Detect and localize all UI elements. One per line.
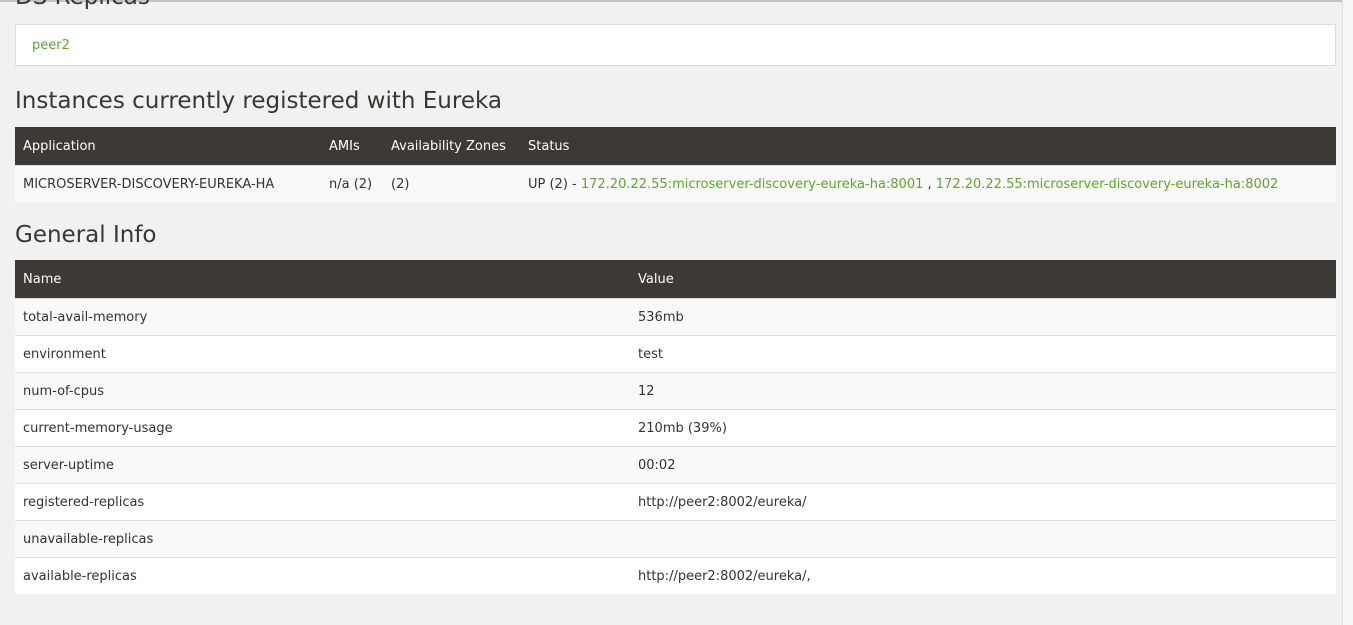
info-name: available-replicas	[15, 557, 630, 594]
status-text: UP (2) -	[528, 176, 581, 192]
general-info-table: Name Value total-avail-memory 536mb envir…	[15, 260, 1336, 594]
col-zones: Availability Zones	[383, 127, 520, 166]
table-row: server-uptime 00:02	[15, 446, 1336, 484]
table-row: MICROSERVER-DISCOVERY-EUREKA-HA n/a (2) …	[15, 165, 1336, 202]
application-cell: MICROSERVER-DISCOVERY-EUREKA-HA	[15, 165, 321, 202]
instances-title: Instances currently registered with Eure…	[15, 88, 502, 114]
instance-link[interactable]: 172.20.22.55:microserver-discovery-eurek…	[581, 177, 924, 192]
zones-cell: (2)	[383, 165, 520, 202]
info-name: unavailable-replicas	[15, 520, 630, 558]
info-name: registered-replicas	[15, 483, 630, 521]
table-row: num-of-cpus 12	[15, 372, 1336, 410]
col-name: Name	[15, 260, 630, 299]
info-name: server-uptime	[15, 446, 630, 484]
info-value: 536mb	[630, 298, 1336, 336]
table-header-row: Application AMIs Availability Zones Stat…	[15, 127, 1336, 166]
main-content: DS Replicas peer2 Instances currently re…	[15, 0, 1336, 594]
amis-cell: n/a (2)	[321, 165, 383, 202]
col-value: Value	[630, 260, 1336, 299]
general-info-title: General Info	[15, 222, 157, 248]
replicas-list: peer2	[15, 24, 1336, 66]
table-row: total-avail-memory 536mb	[15, 298, 1336, 336]
ds-replicas-title: DS Replicas	[15, 0, 1336, 10]
info-name: environment	[15, 335, 630, 373]
table-header-row: Name Value	[15, 260, 1336, 299]
info-name: num-of-cpus	[15, 372, 630, 410]
scrollbar[interactable]	[1342, 0, 1353, 625]
info-value	[630, 520, 1336, 558]
instances-table: Application AMIs Availability Zones Stat…	[15, 127, 1336, 202]
info-value: test	[630, 335, 1336, 373]
table-row: unavailable-replicas	[15, 520, 1336, 558]
instance-link[interactable]: 172.20.22.55:microserver-discovery-eurek…	[936, 177, 1279, 192]
info-value: http://peer2:8002/eureka/,	[630, 557, 1336, 594]
table-row: environment test	[15, 335, 1336, 373]
col-status: Status	[520, 127, 1336, 166]
col-amis: AMIs	[321, 127, 383, 166]
table-row: registered-replicas http://peer2:8002/eur…	[15, 483, 1336, 521]
info-value: 00:02	[630, 446, 1336, 484]
table-row: available-replicas http://peer2:8002/eure…	[15, 557, 1336, 594]
status-cell: UP (2) - 172.20.22.55:microserver-discov…	[520, 165, 1336, 202]
link-separator: ,	[923, 176, 936, 192]
info-value: http://peer2:8002/eureka/	[630, 483, 1336, 521]
col-application: Application	[15, 127, 321, 166]
info-name: total-avail-memory	[15, 298, 630, 336]
info-value: 210mb (39%)	[630, 409, 1336, 447]
table-row: current-memory-usage 210mb (39%)	[15, 409, 1336, 447]
info-name: current-memory-usage	[15, 409, 630, 447]
replica-link-peer2[interactable]: peer2	[32, 38, 70, 53]
info-value: 12	[630, 372, 1336, 410]
